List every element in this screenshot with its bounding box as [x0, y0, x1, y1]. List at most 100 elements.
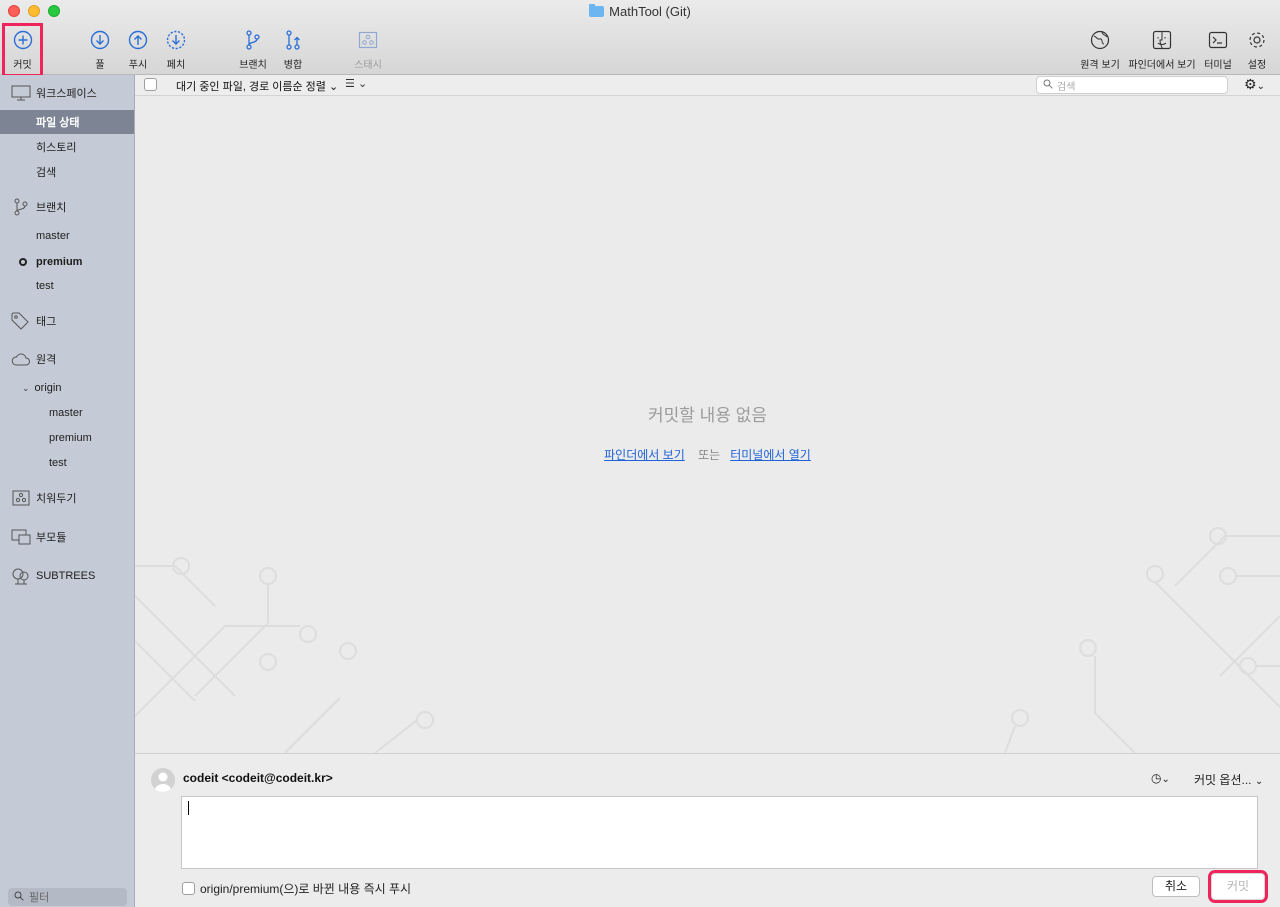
window-title: MathTool (Git) — [0, 4, 1280, 19]
origin-premium-label: premium — [49, 432, 92, 444]
push-immediately-label: origin/premium(으)로 바뀐 내용 즉시 푸시 — [200, 882, 412, 896]
commit-options-label: 커밋 옵션... — [1194, 773, 1252, 787]
chevron-down-icon[interactable]: ⌄ — [22, 383, 30, 394]
submodule-icon — [10, 529, 32, 545]
sidebar-item-tags[interactable]: 태그 — [0, 309, 134, 333]
remote-view-button[interactable]: 원격 보기 — [1076, 28, 1124, 71]
open-in-terminal-link[interactable]: 터미널에서 열기 — [730, 448, 811, 462]
list-icon: ☰ — [345, 78, 355, 90]
stash-button[interactable]: 스태시 — [352, 28, 384, 71]
globe-icon — [1076, 28, 1124, 52]
commit-toolbar-button[interactable]: 커밋 — [2, 23, 43, 77]
origin-test-label: test — [49, 457, 67, 469]
sidebar-item-workspace[interactable]: 워크스페이스 — [0, 81, 134, 105]
push-immediately-option[interactable]: origin/premium(으)로 바뀐 내용 즉시 푸시 — [182, 880, 411, 897]
toolbar: MathTool (Git) 커밋 풀 푸시 페치 브랜치 병합 스태시 원격 … — [0, 0, 1280, 77]
merge-label: 병합 — [283, 60, 303, 71]
chevron-down-icon: ⌄ — [1254, 776, 1264, 787]
branch-icon — [236, 28, 270, 52]
chevron-down-icon: ⌄ — [357, 78, 368, 90]
sidebar-item-branch-test[interactable]: test — [0, 274, 134, 298]
plus-circle-icon — [5, 28, 40, 52]
clock-icon: ◷ — [1151, 771, 1162, 785]
sidebar-item-branches[interactable]: 브랜치 — [0, 195, 134, 219]
terminal-icon — [1201, 28, 1235, 52]
arrow-down-circle-icon — [85, 28, 115, 52]
sidebar-item-origin-test[interactable]: test — [0, 451, 134, 475]
gear-icon: ⚙ — [1244, 76, 1257, 92]
push-immediately-checkbox[interactable] — [182, 882, 195, 895]
sort-dropdown[interactable]: 대기 중인 파일, 경로 이름순 정렬 ⌄ — [176, 78, 338, 94]
sidebar-workspace-label: 워크스페이스 — [36, 88, 97, 100]
chevron-down-icon: ⌄ — [1256, 81, 1265, 92]
file-status-panel: 커밋할 내용 없음 파인더에서 보기 또는 터미널에서 열기 — [135, 96, 1280, 753]
stash-icon — [352, 28, 384, 52]
sidebar-remotes-label: 원격 — [36, 354, 57, 366]
merge-icon — [278, 28, 308, 52]
pull-label: 풀 — [95, 60, 105, 71]
sidebar-item-remote-origin[interactable]: ⌄ origin — [0, 376, 134, 400]
file-filter-bar: 대기 중인 파일, 경로 이름순 정렬 ⌄ ☰ ⌄ 검색 ⚙⌄ — [135, 75, 1280, 96]
sidebar-item-file-status[interactable]: 파일 상태 — [0, 110, 134, 134]
sidebar-item-origin-premium[interactable]: premium — [0, 426, 134, 450]
pull-button[interactable]: 풀 — [85, 28, 115, 71]
current-branch-icon — [19, 258, 27, 266]
empty-state-links: 파인더에서 보기 또는 터미널에서 열기 — [135, 446, 1280, 463]
search-icon — [14, 891, 24, 904]
sidebar-stashes-label: 치워두기 — [36, 493, 77, 505]
branch-master-label: master — [36, 230, 70, 242]
sidebar-search-label: 검색 — [36, 167, 57, 179]
arrow-up-circle-icon — [123, 28, 153, 52]
select-all-checkbox[interactable] — [144, 78, 157, 91]
sidebar-subtrees-label: SUBTREES — [36, 570, 96, 582]
cancel-button[interactable]: 취소 — [1152, 876, 1200, 897]
or-text: 또는 — [698, 448, 721, 462]
filter-placeholder: 필터 — [29, 892, 50, 904]
chevron-down-icon: ⌄ — [328, 81, 339, 93]
sidebar-item-branch-master[interactable]: master — [0, 224, 134, 248]
sidebar-item-stashes[interactable]: 치워두기 — [0, 486, 134, 510]
sidebar-tags-label: 태그 — [36, 316, 57, 328]
finder-view-button[interactable]: 파인더에서 보기 — [1128, 28, 1196, 71]
stash-label: 스태시 — [354, 60, 382, 71]
history-dropdown[interactable]: ◷⌄ — [1151, 771, 1170, 785]
sidebar-filter-input[interactable]: 필터 — [8, 888, 127, 906]
search-input[interactable]: 검색 — [1036, 76, 1228, 94]
settings-label: 설정 — [1247, 60, 1267, 71]
terminal-label: 터미널 — [1204, 60, 1232, 71]
avatar — [151, 768, 175, 792]
sidebar-item-origin-master[interactable]: master — [0, 401, 134, 425]
search-icon — [1043, 79, 1053, 92]
terminal-button[interactable]: 터미널 — [1201, 28, 1235, 71]
sidebar-item-search[interactable]: 검색 — [0, 160, 134, 184]
text-cursor — [188, 801, 189, 815]
gear-menu-button[interactable]: ⚙⌄ — [1244, 76, 1265, 93]
sidebar-item-remotes[interactable]: 원격 — [0, 347, 134, 371]
view-mode-dropdown[interactable]: ☰ ⌄ — [345, 77, 367, 90]
branch-test-label: test — [36, 280, 54, 292]
merge-button[interactable]: 병합 — [278, 28, 308, 71]
monitor-icon — [10, 85, 32, 101]
commit-message-input[interactable] — [181, 796, 1258, 869]
branch-label: 브랜치 — [239, 60, 267, 71]
push-button[interactable]: 푸시 — [123, 28, 153, 71]
fetch-button[interactable]: 페치 — [161, 28, 191, 71]
sidebar: 워크스페이스 파일 상태 히스토리 검색 브랜치 master premium … — [0, 75, 135, 907]
sidebar-submodules-label: 부모듈 — [36, 532, 67, 544]
origin-master-label: master — [49, 407, 83, 419]
branch-button[interactable]: 브랜치 — [236, 28, 270, 71]
commit-options-dropdown[interactable]: 커밋 옵션... ⌄ — [1194, 771, 1263, 788]
empty-state-text: 커밋할 내용 없음 — [648, 406, 767, 425]
commit-button[interactable]: 커밋 — [1208, 870, 1268, 903]
commit-toolbar-label: 커밋 — [13, 60, 32, 71]
sidebar-item-submodules[interactable]: 부모듈 — [0, 525, 134, 549]
sidebar-item-history[interactable]: 히스토리 — [0, 135, 134, 159]
sidebar-item-subtrees[interactable]: SUBTREES — [0, 564, 134, 588]
open-in-finder-link[interactable]: 파인더에서 보기 — [604, 448, 685, 462]
sidebar-file-status-label: 파일 상태 — [36, 117, 80, 129]
finder-view-label: 파인더에서 보기 — [1128, 60, 1196, 71]
commit-author: codeit <codeit@codeit.kr> — [183, 771, 333, 785]
fetch-label: 페치 — [166, 60, 186, 71]
settings-button[interactable]: 설정 — [1243, 28, 1271, 71]
sidebar-item-branch-premium[interactable]: premium — [0, 250, 134, 274]
